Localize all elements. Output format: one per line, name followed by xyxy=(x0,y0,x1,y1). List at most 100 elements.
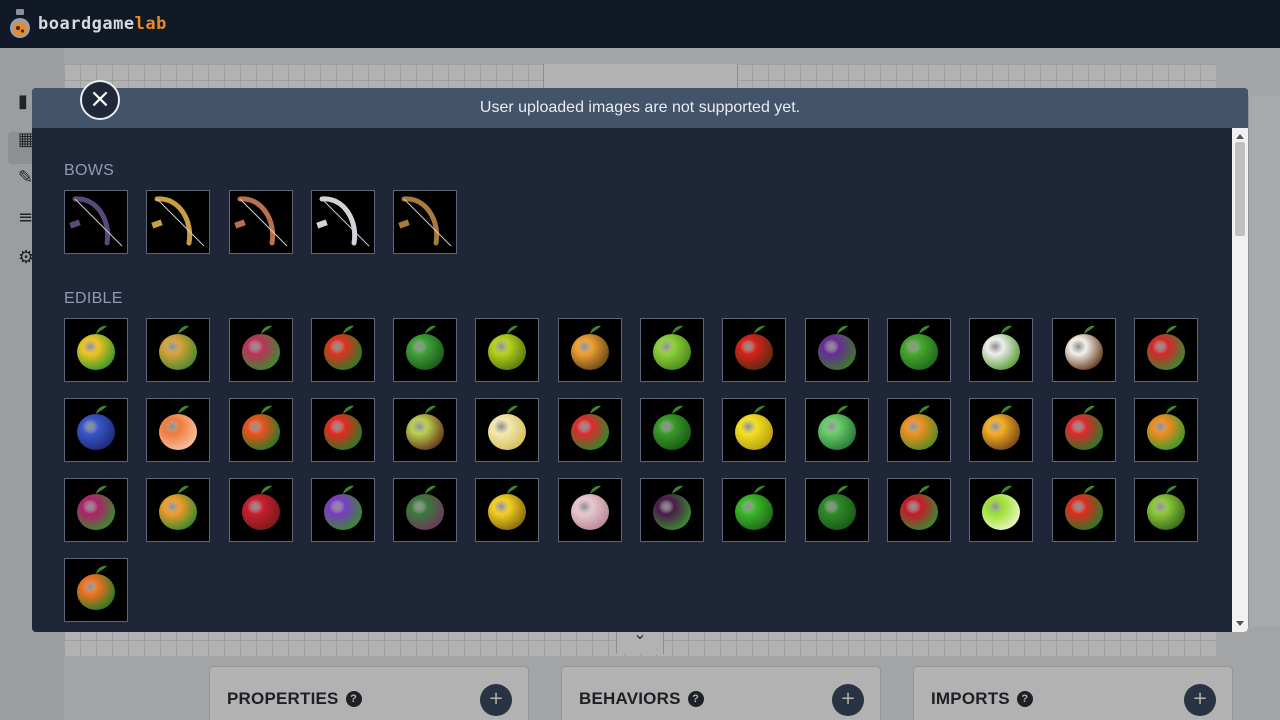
image-tile[interactable] xyxy=(969,398,1034,462)
lime-icon xyxy=(972,479,1030,541)
radish-icon xyxy=(232,319,290,381)
app-logo-text[interactable]: boardgamelab xyxy=(38,14,167,34)
chili-pepper-icon xyxy=(314,319,372,381)
green-pepper-icon xyxy=(725,479,783,541)
image-tile[interactable] xyxy=(1133,398,1198,462)
image-tile[interactable] xyxy=(146,398,211,462)
image-tile[interactable] xyxy=(64,558,128,622)
scroll-up-arrow-icon[interactable] xyxy=(1236,134,1244,139)
grapefruit-icon xyxy=(149,399,207,461)
image-tile[interactable] xyxy=(886,478,951,542)
avocado-icon xyxy=(396,399,454,461)
bow-bronze-icon xyxy=(396,191,454,253)
image-tile[interactable] xyxy=(228,190,293,254)
image-tile[interactable] xyxy=(310,190,375,254)
image-tile[interactable] xyxy=(557,398,622,462)
image-tile[interactable] xyxy=(146,478,211,542)
tangerine-icon xyxy=(232,399,290,461)
peas-icon xyxy=(890,319,948,381)
tomato-icon xyxy=(314,399,372,461)
image-tile[interactable] xyxy=(804,398,869,462)
image-tile[interactable] xyxy=(722,398,787,462)
image-tile[interactable] xyxy=(228,398,293,462)
yellow-cherry-icon xyxy=(972,399,1030,461)
image-tile[interactable] xyxy=(475,478,540,542)
upload-notice: User uploaded images are not supported y… xyxy=(479,99,801,116)
image-tile[interactable] xyxy=(393,478,458,542)
grapes-dark-icon xyxy=(643,479,701,541)
image-picker-modal: User uploaded images are not supported y… xyxy=(32,88,1248,632)
scroll-thumb[interactable] xyxy=(1235,142,1245,236)
image-tile[interactable] xyxy=(640,398,705,462)
grapes-purple-icon xyxy=(314,479,372,541)
image-tile[interactable] xyxy=(1051,318,1116,382)
image-tile[interactable] xyxy=(64,478,128,542)
image-tile[interactable] xyxy=(64,398,128,462)
scroll-down-arrow-icon[interactable] xyxy=(1236,621,1244,626)
image-tile[interactable] xyxy=(557,478,622,542)
cherry-icon xyxy=(890,479,948,541)
bow-silver-icon xyxy=(314,191,372,253)
banana-icon xyxy=(478,479,536,541)
image-tile[interactable] xyxy=(1051,398,1116,462)
bow-copper-icon xyxy=(232,191,290,253)
edible-grid xyxy=(64,318,1232,622)
image-tile[interactable] xyxy=(393,318,458,382)
image-tile[interactable] xyxy=(722,318,787,382)
image-tile[interactable] xyxy=(475,318,540,382)
image-tile[interactable] xyxy=(475,398,540,462)
pear-icon xyxy=(561,319,619,381)
image-tile[interactable] xyxy=(310,398,375,462)
pomegranate-icon xyxy=(232,479,290,541)
red-apple-icon xyxy=(725,319,783,381)
carrot-icon xyxy=(1137,399,1195,461)
top-bar: boardgamelab xyxy=(0,0,1280,48)
close-modal-button[interactable]: × xyxy=(80,80,120,120)
image-tile[interactable] xyxy=(228,478,293,542)
image-tile[interactable] xyxy=(146,190,211,254)
daikon-icon xyxy=(972,319,1030,381)
basil-icon xyxy=(396,479,454,541)
lemon-icon xyxy=(725,399,783,461)
image-tile[interactable] xyxy=(969,478,1034,542)
garlic-icon xyxy=(561,479,619,541)
peach-icon xyxy=(149,479,207,541)
red-pepper-icon xyxy=(1055,479,1113,541)
flask-logo-icon[interactable] xyxy=(8,8,32,40)
image-tile[interactable] xyxy=(146,318,211,382)
image-tile[interactable] xyxy=(969,318,1034,382)
image-tile[interactable] xyxy=(64,190,128,254)
image-tile[interactable] xyxy=(310,478,375,542)
plum-icon xyxy=(808,319,866,381)
image-tile[interactable] xyxy=(557,318,622,382)
image-tile[interactable] xyxy=(393,398,458,462)
image-tile[interactable] xyxy=(310,318,375,382)
modal-header: User uploaded images are not supported y… xyxy=(32,88,1248,128)
modal-scrollbar[interactable] xyxy=(1232,128,1248,632)
yellow-apple-icon xyxy=(478,319,536,381)
image-library: BOWS EDIBLE xyxy=(32,128,1232,632)
image-tile[interactable] xyxy=(1051,478,1116,542)
cucumber-icon xyxy=(643,399,701,461)
image-tile[interactable] xyxy=(1133,478,1198,542)
image-tile[interactable] xyxy=(228,318,293,382)
image-tile[interactable] xyxy=(64,318,128,382)
image-tile[interactable] xyxy=(1133,318,1198,382)
coconut-icon xyxy=(1055,319,1113,381)
star-fruit-icon xyxy=(478,399,536,461)
logo-text-boardgame: boardgame xyxy=(38,14,135,34)
image-tile[interactable] xyxy=(722,478,787,542)
image-tile[interactable] xyxy=(393,190,458,254)
watermelon-icon xyxy=(396,319,454,381)
image-tile[interactable] xyxy=(886,398,951,462)
beet-icon xyxy=(67,479,125,541)
image-tile[interactable] xyxy=(804,478,869,542)
logo-text-lab: lab xyxy=(134,14,167,34)
broccoli-icon xyxy=(808,479,866,541)
image-tile[interactable] xyxy=(640,318,705,382)
image-tile[interactable] xyxy=(640,478,705,542)
section-title-edible: EDIBLE xyxy=(64,290,123,307)
image-tile[interactable] xyxy=(886,318,951,382)
section-title-bows: BOWS xyxy=(64,162,115,179)
image-tile[interactable] xyxy=(804,318,869,382)
